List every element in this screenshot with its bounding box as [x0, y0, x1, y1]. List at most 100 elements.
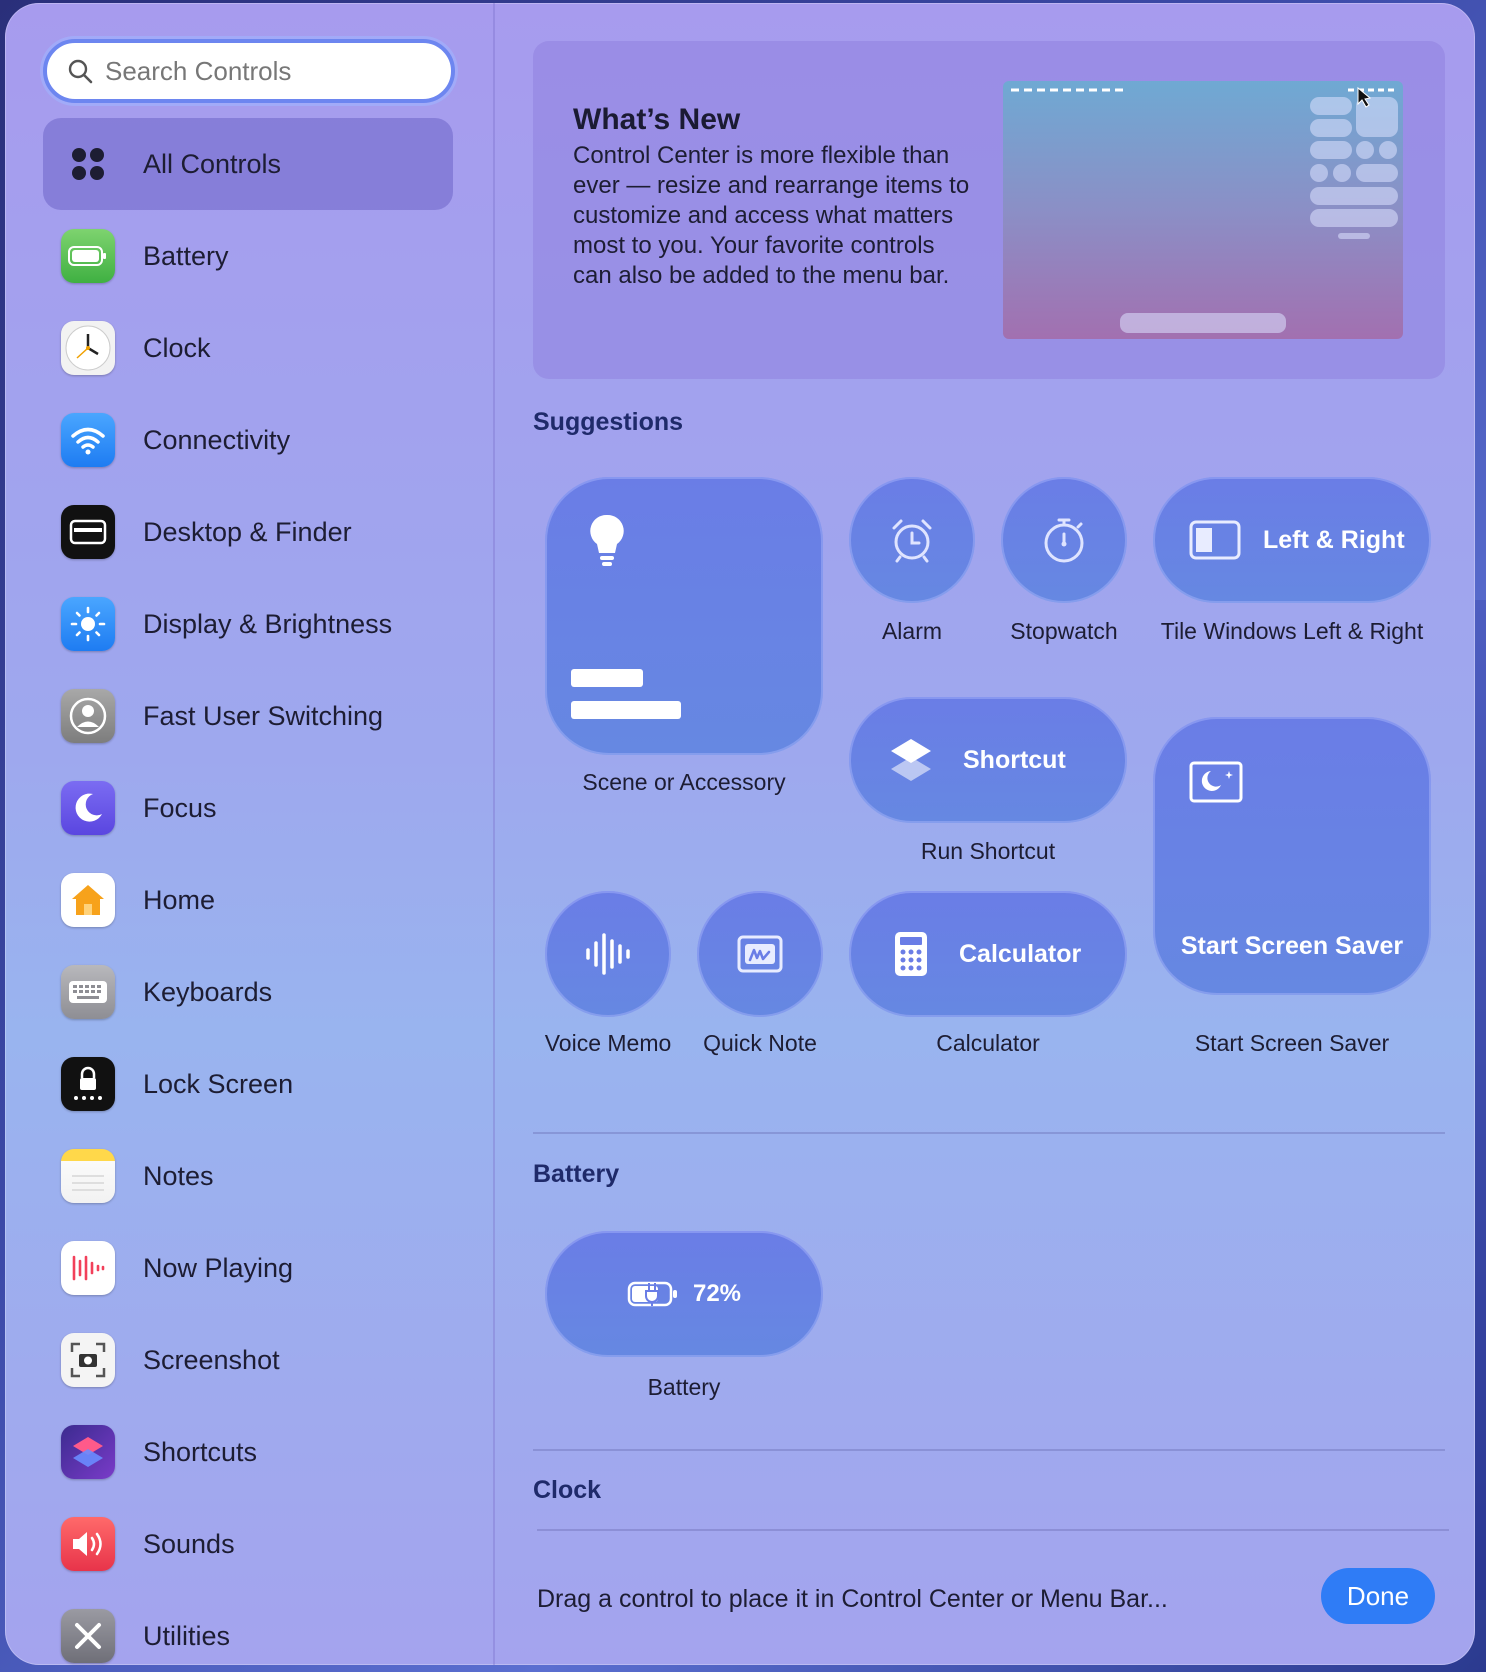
alarm-icon: [892, 519, 932, 563]
screen-saver-icon: [1189, 761, 1243, 803]
battery-section-title: Battery: [533, 1160, 620, 1188]
sidebar-item-home[interactable]: Home: [43, 854, 453, 946]
sidebar-item-label: Home: [143, 884, 216, 915]
clock-section-title: Clock: [533, 1476, 602, 1504]
sidebar-item-label: Sounds: [143, 1528, 235, 1559]
user-icon: [61, 689, 115, 743]
drag-hint: Drag a control to place it in Control Ce…: [537, 1585, 1168, 1613]
sidebar-item-desktop-finder[interactable]: Desktop & Finder: [43, 486, 453, 578]
battery-tile[interactable]: 72%: [545, 1231, 823, 1357]
battery-value: 72%: [692, 1280, 742, 1307]
sidebar-item-all-controls[interactable]: All Controls: [43, 118, 453, 210]
lock-icon: [61, 1057, 115, 1111]
sidebar-item-connectivity[interactable]: Connectivity: [43, 394, 453, 486]
search-field[interactable]: [43, 39, 455, 103]
calculator-icon: [895, 932, 927, 976]
sidebar-item-battery[interactable]: Battery: [43, 210, 453, 302]
now-playing-icon: [61, 1241, 115, 1295]
shortcuts-icon: [891, 739, 931, 781]
battery-charging-icon: [627, 1281, 677, 1307]
sidebar-item-label: Clock: [143, 332, 211, 363]
suggestions-title: Suggestions: [533, 408, 684, 436]
quick-note-caption: Quick Note: [703, 1030, 817, 1056]
screen-saver-caption: Start Screen Saver: [1194, 1030, 1390, 1056]
sidebar-item-label: Keyboards: [143, 976, 273, 1007]
stopwatch-caption: Stopwatch: [1010, 618, 1118, 644]
done-button[interactable]: Done: [1321, 1568, 1435, 1624]
sidebar-item-now-playing[interactable]: Now Playing: [43, 1222, 453, 1314]
sidebar-item-notes[interactable]: Notes: [43, 1130, 453, 1222]
sidebar-item-label: Fast User Switching: [143, 700, 384, 731]
calculator-caption: Calculator: [936, 1030, 1040, 1056]
whats-new-preview-image: [1003, 81, 1403, 339]
whats-new-body: Control Center is more flexible than eve…: [573, 142, 970, 289]
shortcut-caption: Run Shortcut: [920, 838, 1056, 864]
scene-placeholder-line-2: [571, 701, 681, 719]
scene-accessory-tile[interactable]: [545, 477, 823, 755]
keyboard-icon: [61, 965, 115, 1019]
sidebar-list: All Controls Battery Clock Connectivity: [43, 118, 453, 1665]
clock-icon: [61, 321, 115, 375]
notes-icon: [61, 1149, 115, 1203]
voice-memo-tile[interactable]: [545, 891, 671, 1017]
sidebar-item-sounds[interactable]: Sounds: [43, 1498, 453, 1590]
sidebar-item-clock[interactable]: Clock: [43, 302, 453, 394]
sidebar-item-display-brightness[interactable]: Display & Brightness: [43, 578, 453, 670]
sidebar-item-lock-screen[interactable]: Lock Screen: [43, 1038, 453, 1130]
desktop-icon: [61, 505, 115, 559]
sidebar-item-label: Utilities: [143, 1620, 231, 1651]
section-divider: [533, 1449, 1445, 1451]
sidebar-item-utilities[interactable]: Utilities: [43, 1590, 453, 1665]
utilities-icon: [61, 1609, 115, 1663]
alarm-tile[interactable]: [849, 477, 975, 603]
tile-windows-caption: Tile Windows Left & Right: [1160, 618, 1424, 644]
shortcut-tile[interactable]: Shortcut: [849, 697, 1127, 823]
quick-note-tile[interactable]: [697, 891, 823, 1017]
sidebar-item-label: Lock Screen: [143, 1068, 294, 1099]
section-divider: [533, 1132, 1445, 1134]
whats-new-title: What’s New: [573, 103, 741, 136]
battery-caption: Battery: [647, 1374, 721, 1400]
screen-saver-label: Start Screen Saver: [1180, 932, 1404, 960]
sidebar-item-label: Shortcuts: [143, 1436, 258, 1467]
sidebar-item-label: Display & Brightness: [143, 608, 393, 639]
calculator-tile[interactable]: Calculator: [849, 891, 1127, 1017]
whats-new-card: What’s New Control Center is more flexib…: [533, 41, 1445, 379]
sidebar-item-focus[interactable]: Focus: [43, 762, 453, 854]
speaker-icon: [61, 1517, 115, 1571]
quick-note-icon: [737, 935, 783, 973]
screen-saver-tile[interactable]: Start Screen Saver: [1153, 717, 1431, 995]
search-input[interactable]: [105, 55, 445, 87]
main-content: What’s New Control Center is more flexib…: [497, 3, 1475, 1665]
sidebar-item-fast-user-switching[interactable]: Fast User Switching: [43, 670, 453, 762]
all-controls-icon: [61, 137, 115, 191]
shortcut-label: Shortcut: [963, 745, 1066, 774]
search-icon: [68, 59, 93, 84]
sidebar-item-label: Desktop & Finder: [143, 516, 352, 547]
sidebar-item-label: Now Playing: [143, 1252, 294, 1283]
scene-placeholder-line-1: [571, 669, 643, 687]
split-window-icon: [1189, 520, 1241, 560]
sidebar-item-label: All Controls: [143, 148, 282, 179]
battery-icon: [61, 229, 115, 283]
footer-divider: [537, 1529, 1449, 1531]
sidebar-item-keyboards[interactable]: Keyboards: [43, 946, 453, 1038]
brightness-icon: [61, 597, 115, 651]
alarm-caption: Alarm: [881, 618, 943, 644]
sidebar-item-label: Notes: [143, 1160, 214, 1191]
sidebar-item-screenshot[interactable]: Screenshot: [43, 1314, 453, 1406]
sidebar-item-label: Screenshot: [143, 1344, 280, 1375]
screenshot-icon: [61, 1333, 115, 1387]
shortcuts-icon: [61, 1425, 115, 1479]
tile-windows-tile[interactable]: Left & Right: [1153, 477, 1431, 603]
moon-icon: [61, 781, 115, 835]
sidebar-item-label: Focus: [143, 792, 217, 823]
wifi-icon: [61, 413, 115, 467]
stopwatch-icon: [1044, 518, 1084, 563]
controls-window: All Controls Battery Clock Connectivity: [5, 3, 1475, 1665]
stopwatch-tile[interactable]: [1001, 477, 1127, 603]
sidebar-item-label: Connectivity: [143, 424, 291, 455]
scene-caption: Scene or Accessory: [582, 769, 786, 795]
sidebar-item-shortcuts[interactable]: Shortcuts: [43, 1406, 453, 1498]
lightbulb-icon: [590, 514, 624, 566]
